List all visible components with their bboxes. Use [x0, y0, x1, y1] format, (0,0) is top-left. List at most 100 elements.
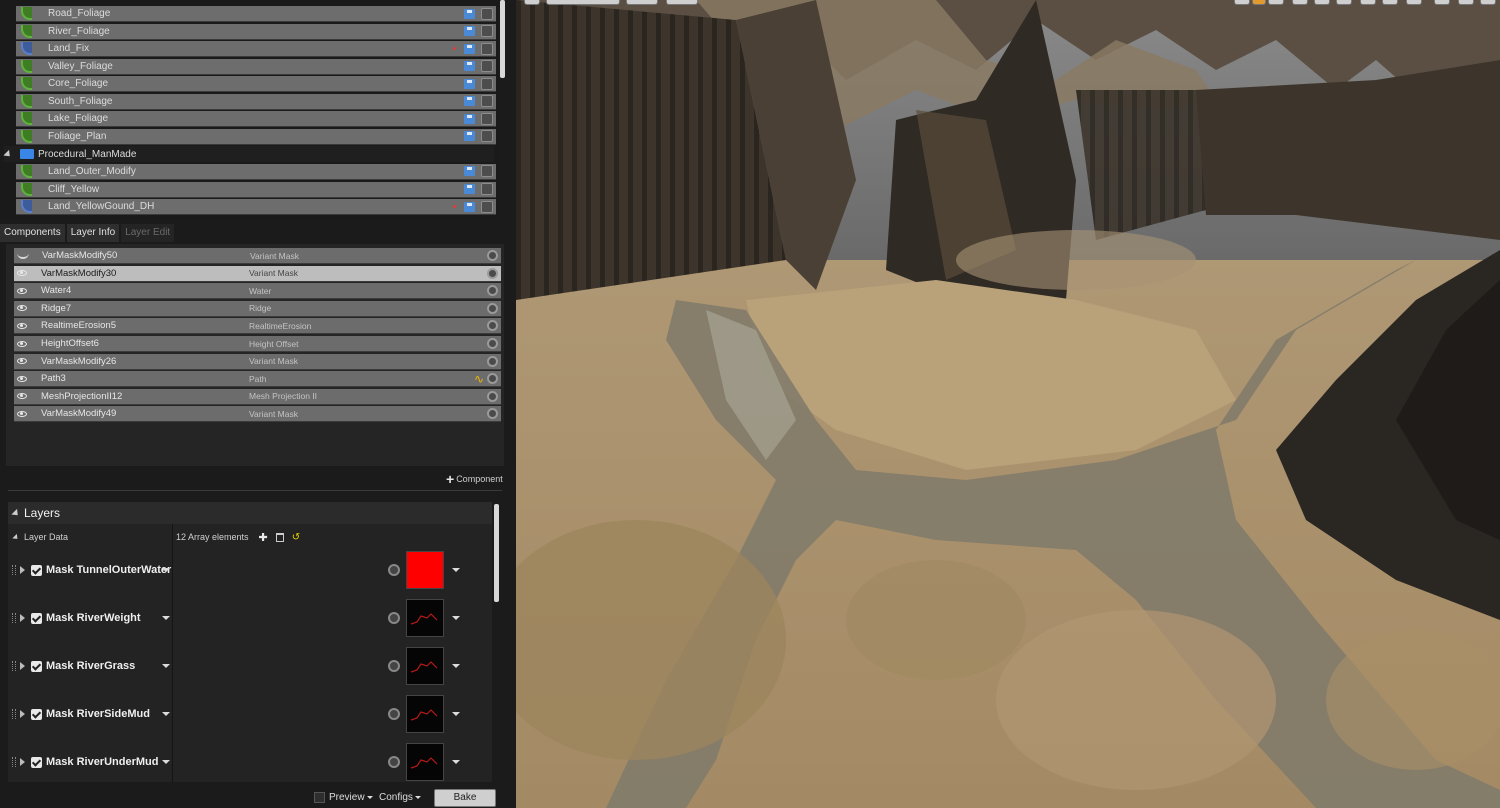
component-toggle[interactable] [487, 267, 498, 279]
chevron-down-icon[interactable] [162, 568, 170, 572]
layer-thumbnail[interactable] [406, 695, 444, 733]
drag-handle-icon[interactable] [12, 613, 16, 623]
visibility-toggle[interactable] [481, 77, 493, 90]
component-toggle[interactable] [487, 390, 498, 402]
eye-icon[interactable] [17, 270, 27, 277]
component-toggle[interactable] [487, 320, 498, 332]
tab-components[interactable]: Components [0, 224, 65, 242]
visibility-toggle[interactable] [481, 183, 493, 195]
add-component-button[interactable]: + Component [446, 472, 503, 486]
drag-handle-icon[interactable] [12, 709, 16, 719]
eye-icon[interactable] [17, 375, 27, 382]
save-icon[interactable] [464, 96, 475, 107]
save-icon[interactable] [464, 8, 475, 19]
layer-toggle[interactable] [388, 612, 400, 624]
component-row[interactable]: VarMaskModify26 Variant Mask [14, 353, 501, 370]
layer-thumbnail[interactable] [406, 647, 444, 685]
layer-checkbox[interactable] [31, 756, 42, 768]
layer-toggle[interactable] [388, 756, 400, 768]
layer-thumbnail[interactable] [406, 599, 444, 637]
layer-checkbox[interactable] [31, 660, 42, 672]
trash-icon[interactable] [275, 532, 284, 542]
layer-checkbox[interactable] [31, 564, 42, 576]
visibility-toggle[interactable] [481, 200, 493, 213]
save-icon[interactable] [464, 78, 475, 89]
expand-icon[interactable] [20, 710, 25, 718]
layer-toggle[interactable] [388, 564, 400, 576]
component-row[interactable]: VarMaskModify30 Variant Mask [14, 265, 501, 282]
visibility-toggle[interactable] [481, 25, 493, 38]
chevron-down-icon[interactable] [452, 568, 460, 572]
layer-thumbnail[interactable] [406, 743, 444, 781]
outliner-item[interactable]: Land_YellowGound_DH [16, 199, 496, 216]
viewport-show-button[interactable] [666, 0, 698, 5]
save-icon[interactable] [464, 184, 475, 194]
preview-checkbox[interactable] [314, 792, 325, 803]
3d-viewport[interactable] [516, 0, 1500, 808]
eye-closed-icon[interactable] [17, 253, 29, 259]
visibility-toggle[interactable] [481, 95, 493, 108]
layers-header[interactable]: Layers [8, 502, 492, 524]
viewport-tool-button[interactable] [1406, 0, 1422, 5]
viewport-tool-button[interactable] [1336, 0, 1352, 5]
component-toggle[interactable] [487, 373, 498, 385]
viewport-tool-button[interactable] [1382, 0, 1398, 5]
viewport-tool-button[interactable] [1480, 0, 1496, 5]
component-row[interactable]: VarMaskModify49 Variant Mask [14, 406, 501, 423]
chevron-down-icon[interactable] [452, 712, 460, 716]
configs-dropdown[interactable]: Configs [379, 792, 421, 803]
preview-dropdown[interactable]: Preview [329, 792, 373, 803]
chevron-down-icon[interactable] [162, 712, 170, 716]
outliner-item[interactable]: River_Foliage [16, 23, 496, 40]
component-row[interactable]: Path3 Path ∿ [14, 371, 501, 388]
tab-layer-info[interactable]: Layer Info [66, 224, 120, 242]
layer-checkbox[interactable] [31, 612, 42, 624]
bake-button[interactable]: Bake [434, 789, 496, 807]
outliner-item[interactable]: Land_Fix [16, 41, 496, 58]
component-row[interactable]: MeshProjectionII12 Mesh Projection II [14, 388, 501, 405]
visibility-toggle[interactable] [481, 165, 493, 178]
visibility-toggle[interactable] [481, 130, 493, 143]
viewport-tool-button[interactable] [1314, 0, 1330, 5]
eye-icon[interactable] [17, 287, 27, 294]
component-row[interactable]: RealtimeErosion5 RealtimeErosion [14, 318, 501, 335]
save-icon[interactable] [464, 43, 475, 54]
visibility-toggle[interactable] [481, 60, 493, 73]
expand-icon[interactable] [20, 566, 25, 574]
save-icon[interactable] [464, 131, 475, 142]
eye-icon[interactable] [17, 305, 27, 312]
save-icon[interactable] [464, 113, 475, 124]
outliner-scrollbar[interactable] [500, 0, 505, 78]
eye-icon[interactable] [17, 340, 27, 347]
component-row[interactable]: VarMaskModify50 Variant Mask [14, 248, 501, 264]
chevron-down-icon[interactable] [162, 664, 170, 668]
collapse-icon[interactable] [12, 533, 20, 541]
component-row[interactable]: Water4 Water [14, 283, 501, 300]
component-row[interactable]: HeightOffset6 Height Offset [14, 336, 501, 352]
outliner-item[interactable]: Road_Foliage [16, 6, 496, 22]
component-toggle[interactable] [487, 408, 498, 420]
viewport-menu-button[interactable] [524, 0, 540, 5]
component-toggle[interactable] [487, 285, 498, 297]
eye-icon[interactable] [17, 410, 27, 417]
viewport-perspective-button[interactable] [546, 0, 620, 5]
layer-toggle[interactable] [388, 708, 400, 720]
chevron-down-icon[interactable] [162, 616, 170, 620]
chevron-down-icon[interactable] [452, 760, 460, 764]
eye-icon[interactable] [17, 393, 27, 400]
chevron-down-icon[interactable] [452, 616, 460, 620]
expand-icon[interactable] [20, 614, 25, 622]
visibility-toggle[interactable] [481, 7, 493, 20]
visibility-toggle[interactable] [481, 112, 493, 125]
chevron-down-icon[interactable] [452, 664, 460, 668]
save-icon[interactable] [464, 201, 475, 212]
outliner-item[interactable]: Foliage_Plan [16, 128, 496, 145]
eye-icon[interactable] [17, 358, 27, 365]
save-icon[interactable] [464, 26, 475, 37]
drag-handle-icon[interactable] [12, 661, 16, 671]
component-toggle[interactable] [487, 302, 498, 314]
layers-scrollbar[interactable] [494, 504, 499, 602]
save-icon[interactable] [464, 61, 475, 72]
drag-handle-icon[interactable] [12, 565, 16, 575]
viewport-tool-button[interactable] [1458, 0, 1474, 5]
